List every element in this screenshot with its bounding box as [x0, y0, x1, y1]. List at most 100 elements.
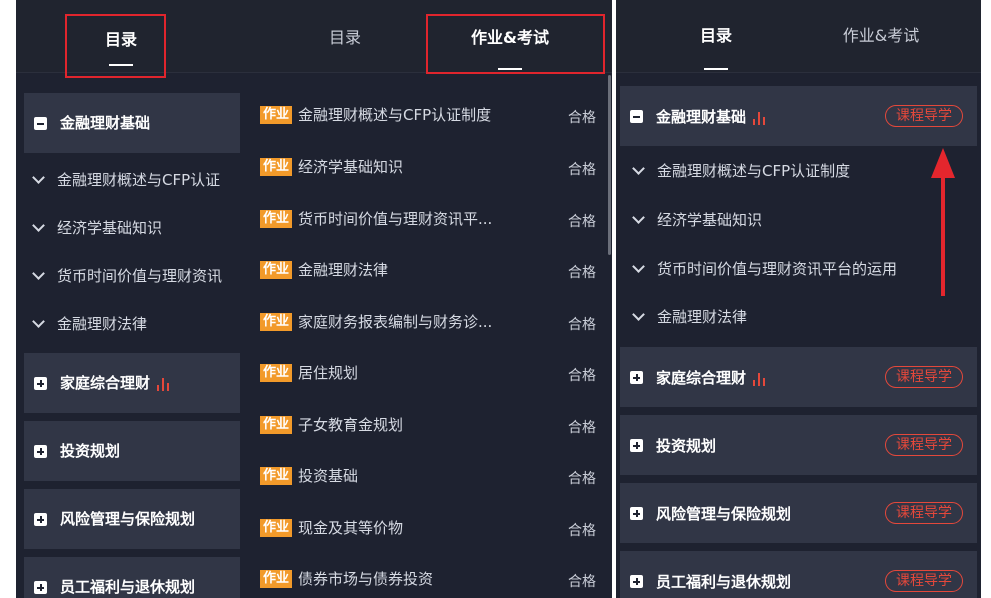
chevron-down-icon — [632, 308, 645, 321]
homework-item[interactable]: 作业 经济学基础知识 合格 — [260, 156, 596, 180]
group-header[interactable]: 家庭综合理财 — [24, 353, 242, 413]
homework-tag: 作业 — [260, 363, 293, 382]
group-title: 金融理财基础 — [656, 108, 747, 126]
group-header[interactable]: 家庭综合理财 课程导学 — [620, 347, 977, 407]
homework-title: 金融理财法律 — [298, 261, 389, 279]
chevron-down-icon — [32, 315, 45, 328]
homework-title: 现金及其等价物 — [298, 519, 404, 537]
homework-panel: 目录 作业&考试 作业 金融理财概述与CFP认证制度 合格 作业 经济学基础知识 合格 … — [240, 0, 612, 598]
chevron-down-icon — [632, 211, 645, 224]
group-title: 员工福利与退休规划 — [656, 573, 792, 591]
homework-title: 子女教育金规划 — [298, 416, 404, 434]
chapter-item[interactable]: 货币时间价值与理财资讯 — [32, 265, 222, 286]
homework-title: 居住规划 — [298, 364, 359, 382]
homework-title: 家庭财务报表编制与财务诊... — [298, 313, 493, 331]
homework-title: 货币时间价值与理财资讯平... — [298, 210, 493, 228]
homework-title: 经济学基础知识 — [298, 158, 404, 176]
active-tab-indicator — [704, 68, 728, 70]
chapter-item[interactable]: 金融理财法律 — [32, 313, 147, 334]
homework-item[interactable]: 作业 金融理财概述与CFP认证制度 合格 — [260, 104, 596, 128]
homework-item[interactable]: 作业 子女教育金规划 合格 — [260, 414, 596, 438]
homework-title: 债券市场与债券投资 — [298, 570, 434, 588]
group-title: 风险管理与保险规划 — [656, 505, 792, 523]
tab-catalog-label: 目录 — [328, 28, 361, 47]
homework-title: 投资基础 — [298, 467, 359, 485]
highlight-box — [426, 14, 605, 74]
homework-tag: 作业 — [260, 260, 293, 279]
homework-item[interactable]: 作业 投资基础 合格 — [260, 465, 596, 489]
homework-tag: 作业 — [260, 415, 293, 434]
chapter-item[interactable]: 金融理财概述与CFP认证制度 — [632, 160, 850, 181]
group-title: 员工福利与退休规划 — [60, 578, 196, 596]
collapse-icon[interactable] — [34, 117, 47, 130]
chevron-down-icon — [32, 267, 45, 280]
expand-icon[interactable] — [630, 439, 643, 452]
chevron-down-icon — [32, 219, 45, 232]
tab-homework-exam[interactable]: 作业&考试 — [821, 0, 941, 72]
course-guide-button[interactable]: 课程导学 — [885, 502, 963, 524]
homework-item[interactable]: 作业 金融理财法律 合格 — [260, 259, 596, 283]
homework-item[interactable]: 作业 现金及其等价物 合格 — [260, 517, 596, 541]
bar-chart-icon — [156, 377, 170, 391]
expand-icon[interactable] — [630, 575, 643, 588]
course-guide-button[interactable]: 课程导学 — [885, 570, 963, 592]
catalog-panel-with-guides: 目录 作业&考试 金融理财基础 课程导学 金融理财概述与CFP认证制度 经济学基… — [616, 0, 981, 598]
homework-title: 金融理财概述与CFP认证制度 — [298, 106, 492, 124]
group-title: 家庭综合理财 — [656, 369, 747, 387]
panel-tabs: 目录 作业&考试 — [616, 0, 981, 73]
course-guide-button[interactable]: 课程导学 — [885, 105, 963, 127]
homework-item[interactable]: 作业 货币时间价值与理财资讯平... 合格 — [260, 208, 596, 232]
homework-tag: 作业 — [260, 312, 293, 331]
expand-icon[interactable] — [630, 371, 643, 384]
group-title: 投资规划 — [656, 437, 717, 455]
tab-homework-label: 作业&考试 — [842, 26, 920, 45]
chapter-item[interactable]: 经济学基础知识 — [632, 209, 762, 230]
tab-catalog[interactable]: 目录 — [671, 0, 761, 72]
chevron-down-icon — [632, 260, 645, 273]
homework-item[interactable]: 作业 居住规划 合格 — [260, 362, 596, 386]
status-label: 合格 — [568, 265, 596, 281]
status-label: 合格 — [568, 574, 596, 590]
status-label: 合格 — [568, 471, 596, 487]
homework-tag: 作业 — [260, 518, 293, 537]
homework-tag: 作业 — [260, 569, 293, 588]
highlight-box — [65, 14, 166, 78]
status-label: 合格 — [568, 110, 596, 126]
homework-item[interactable]: 作业 家庭财务报表编制与财务诊... 合格 — [260, 311, 596, 335]
homework-item[interactable]: 作业 债券市场与债券投资 合格 — [260, 568, 596, 592]
expand-icon[interactable] — [34, 377, 47, 390]
course-guide-button[interactable]: 课程导学 — [885, 366, 963, 388]
group-header[interactable]: 员工福利与退休规划 — [24, 557, 242, 598]
group-header-expanded[interactable]: 金融理财基础 课程导学 — [620, 86, 977, 146]
status-label: 合格 — [568, 317, 596, 333]
course-guide-button[interactable]: 课程导学 — [885, 434, 963, 456]
chapter-item[interactable]: 金融理财法律 — [632, 306, 747, 327]
expand-icon[interactable] — [34, 581, 47, 594]
annotation-arrow-icon — [931, 148, 955, 296]
bar-chart-icon — [752, 372, 766, 386]
group-header[interactable]: 风险管理与保险规划 — [24, 489, 242, 549]
group-title: 金融理财基础 — [60, 114, 151, 132]
group-title: 风险管理与保险规划 — [60, 510, 196, 528]
group-header[interactable]: 投资规划 — [24, 421, 242, 481]
collapse-icon[interactable] — [630, 110, 643, 123]
expand-icon[interactable] — [630, 507, 643, 520]
chevron-down-icon — [632, 162, 645, 175]
tab-catalog[interactable]: 目录 — [300, 0, 390, 72]
chapter-item[interactable]: 经济学基础知识 — [32, 217, 162, 238]
status-label: 合格 — [568, 523, 596, 539]
homework-tag: 作业 — [260, 209, 293, 228]
catalog-panel-collapsed: 目录 金融理财基础 金融理财概述与CFP认证 经济学基础知识 货币时间价值与理财… — [16, 0, 242, 598]
expand-icon[interactable] — [34, 513, 47, 526]
group-header[interactable]: 风险管理与保险规划 课程导学 — [620, 483, 977, 543]
chapter-item[interactable]: 金融理财概述与CFP认证 — [32, 169, 220, 190]
scrollbar[interactable] — [608, 75, 611, 255]
chapter-item[interactable]: 货币时间价值与理财资讯平台的运用 — [632, 258, 897, 279]
status-label: 合格 — [568, 368, 596, 384]
group-header[interactable]: 员工福利与退休规划 课程导学 — [620, 551, 977, 598]
expand-icon[interactable] — [34, 445, 47, 458]
status-label: 合格 — [568, 162, 596, 178]
group-header-expanded[interactable]: 金融理财基础 — [24, 93, 242, 153]
group-header[interactable]: 投资规划 课程导学 — [620, 415, 977, 475]
group-title: 投资规划 — [60, 442, 121, 460]
